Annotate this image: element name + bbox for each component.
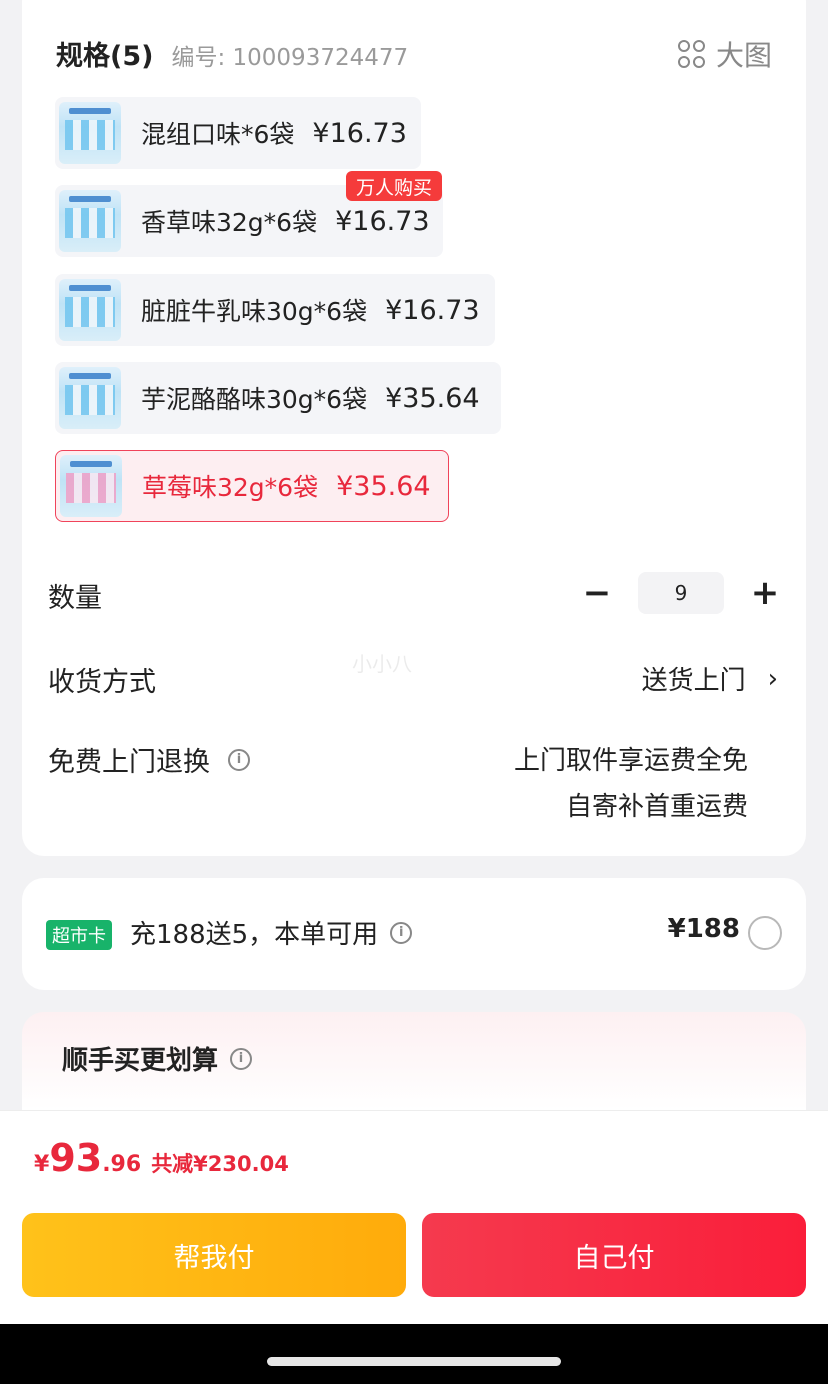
price-decimal: .96 <box>102 1152 142 1177</box>
quantity-stepper: − 9 + <box>582 572 780 614</box>
return-row: 免费上门退换 i <box>48 740 250 779</box>
return-line-2: 自寄补首重运费 <box>565 792 748 822</box>
option-price: ¥16.73 <box>385 294 480 326</box>
grid-icon <box>677 40 706 68</box>
spec-option-1[interactable]: 混组口味*6袋 ¥16.73 <box>55 97 421 169</box>
spec-title: 规格(5) <box>56 41 154 72</box>
self-pay-button[interactable]: 自己付 <box>422 1213 806 1297</box>
option-label: 草莓味32g*6袋 <box>142 473 319 502</box>
product-code: 编号: 100093724477 <box>171 45 409 71</box>
vip-price: ¥188 <box>667 914 740 944</box>
info-icon[interactable]: i <box>228 748 250 771</box>
product-thumbnail <box>59 367 121 429</box>
option-label: 混组口味*6袋 <box>141 120 295 149</box>
plus-button[interactable]: + <box>750 572 780 614</box>
spec-option-3[interactable]: 脏脏牛乳味30g*6袋 ¥16.73 <box>55 274 495 346</box>
delivery-label: 收货方式 <box>48 667 156 698</box>
minus-button[interactable]: − <box>582 572 612 614</box>
watermark: 小小八 <box>352 652 412 676</box>
product-thumbnail <box>59 102 121 164</box>
big-image-button[interactable]: 大图 <box>677 34 772 74</box>
extra-section-title: 顺手买更划算 i <box>62 1040 253 1077</box>
option-label: 芋泥酪酪味30g*6袋 <box>141 385 368 414</box>
option-label: 脏脏牛乳味30g*6袋 <box>141 297 368 326</box>
quantity-label: 数量 <box>48 583 102 614</box>
extra-title-text: 顺手买更划算 <box>62 1046 219 1076</box>
spec-option-4[interactable]: 芋泥酪酪味30g*6袋 ¥35.64 <box>55 362 501 434</box>
product-thumbnail <box>60 455 122 517</box>
supermarket-card-tag: 超市卡 <box>46 920 112 950</box>
price-integer: 93 <box>49 1136 103 1180</box>
product-thumbnail <box>59 279 121 341</box>
home-indicator[interactable] <box>267 1357 561 1366</box>
return-label: 免费上门退换 <box>48 747 210 778</box>
vip-offer-text: 充188送5，本单可用 <box>130 920 379 950</box>
popular-badge: 万人购买 <box>346 171 443 201</box>
big-image-label: 大图 <box>715 39 772 72</box>
chevron-right-icon: › <box>767 663 778 694</box>
delivery-selector[interactable]: 送货上门 › <box>642 660 778 697</box>
system-nav-bar <box>0 1324 828 1384</box>
total-price: ¥ 93 .96 共减¥230.04 <box>34 1136 289 1180</box>
option-price: ¥16.73 <box>335 205 430 237</box>
help-pay-button[interactable]: 帮我付 <box>22 1213 406 1297</box>
quantity-input[interactable]: 9 <box>638 572 724 614</box>
currency-symbol: ¥ <box>34 1152 50 1177</box>
option-label: 香草味32g*6袋 <box>141 208 318 237</box>
delivery-value: 送货上门 <box>641 666 746 696</box>
spec-option-5[interactable]: 草莓味32g*6袋 ¥35.64 <box>55 450 449 522</box>
info-icon[interactable]: i <box>230 1047 253 1070</box>
vip-radio[interactable] <box>748 916 782 950</box>
option-price: ¥16.73 <box>312 117 407 149</box>
option-price: ¥35.64 <box>385 382 480 414</box>
total-saved: 共减¥230.04 <box>151 1152 289 1176</box>
product-thumbnail <box>59 190 121 252</box>
option-price: ¥35.64 <box>336 470 431 502</box>
info-icon[interactable]: i <box>390 921 413 944</box>
vip-offer: 充188送5，本单可用 i <box>130 914 413 951</box>
spec-header: 规格(5) 编号: 100093724477 <box>56 34 408 74</box>
return-line-1: 上门取件享运费全免 <box>513 746 748 776</box>
